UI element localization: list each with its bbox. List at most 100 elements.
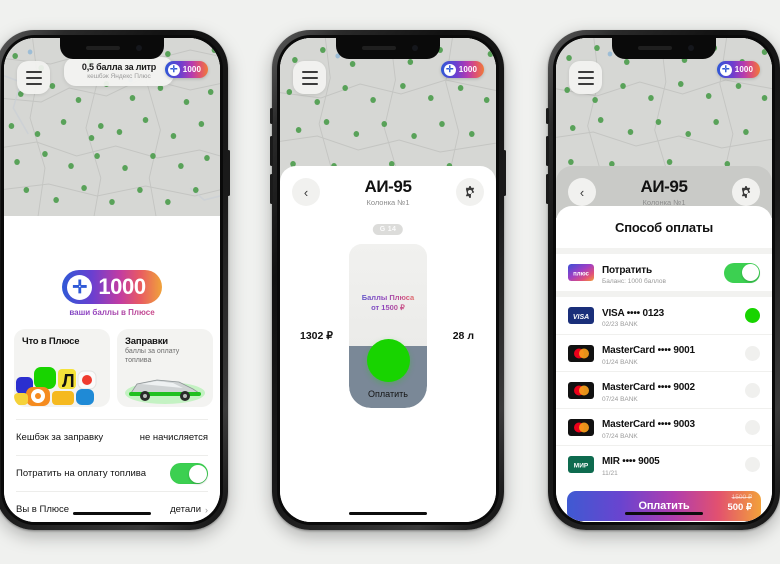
plus-card-icon: плюс (568, 264, 594, 281)
pay-bar-area: Оплатить 1500 ₽ 500 ₽ (556, 482, 772, 522)
back-button[interactable]: ‹ (292, 178, 320, 206)
earpiece-speaker (638, 46, 672, 50)
plus-points-chip[interactable]: ✛ 1000 (164, 61, 208, 78)
volume-down-button (270, 174, 273, 204)
payment-row-text: MIR •••• 9005 11/21 (602, 451, 737, 477)
power-button (503, 150, 506, 196)
home-indicator[interactable] (625, 511, 703, 515)
payment-row-name: MIR •••• 9005 (602, 456, 660, 468)
home-indicator[interactable] (73, 511, 151, 515)
row-fuel-cashback[interactable]: Кешбэк за заправку не начисляется (16, 419, 208, 455)
card-radio[interactable] (745, 419, 760, 435)
mute-switch (546, 108, 549, 124)
mir-icon: МИР (568, 455, 594, 473)
pay-action-area: Оплатить (280, 339, 496, 399)
mastercard-icon (568, 344, 594, 362)
plus-points-chip[interactable]: ✛ 1000 (440, 61, 484, 78)
app-icons-collage-icon: Л (14, 363, 110, 407)
payment-row-text: MasterCard •••• 9001 01/24 BANK (602, 340, 737, 366)
row-value: детали (170, 504, 201, 515)
payment-row-text: VISA •••• 0123 02/23 BANK (602, 303, 737, 329)
promo-tiles-row[interactable]: Что в Плюсе Л Заправки баллы за оплату т… (4, 317, 220, 419)
plus-spend-section: плюс Потратить Баланс: 1000 баллов (556, 254, 772, 291)
earpiece-speaker (362, 46, 396, 50)
hamburger-menu-icon[interactable] (569, 61, 602, 94)
payment-card-row[interactable]: MasterCard •••• 9002 07/24 BANK (556, 371, 772, 408)
volume-down-button (546, 174, 549, 204)
pay-button-prices: 1500 ₽ 500 ₽ (727, 494, 752, 513)
row-label: Вы в Плюсе (16, 504, 70, 515)
phone-bezel: ✛ 1000 ‹ АИ-95 Колонка №1 (277, 35, 499, 525)
fuel-sheet: ‹ АИ-95 Колонка №1 G 14 Баллы Плюса от 1… (280, 166, 496, 522)
settings-button[interactable] (732, 178, 760, 206)
tile-title: Заправки (125, 336, 168, 347)
spend-on-fuel-toggle[interactable] (170, 463, 208, 484)
settings-button[interactable] (456, 178, 484, 206)
plus-points-value: 1000 (458, 65, 477, 74)
row-label: Кешбэк за заправку (16, 432, 104, 443)
payment-row-text: MasterCard •••• 9002 07/24 BANK (602, 377, 737, 403)
volume-up-button (270, 136, 273, 166)
row-you-in-plus[interactable]: Вы в Плюсе детали › (16, 491, 208, 522)
promo-tile-fuel[interactable]: Заправки баллы за оплату топлива (117, 329, 213, 407)
plus-balance-badge[interactable]: ✛ 1000 (62, 270, 162, 304)
chevron-left-icon: ‹ (303, 184, 309, 200)
green-car-icon (117, 363, 213, 407)
home-indicator[interactable] (349, 511, 427, 515)
hamburger-menu-icon[interactable] (17, 61, 50, 94)
cashback-badge[interactable]: 0,5 балла за литр кешбэк Яндекс Плюс (64, 57, 174, 86)
plus-points-hint: Баллы Плюса от 1500 ₽ (349, 293, 427, 313)
payment-card-row[interactable]: МИР MIR •••• 9005 11/21 (556, 445, 772, 482)
map-overlay-controls-1: 0,5 балла за литр кешбэк Яндекс Плюс ✛ 1… (4, 38, 220, 216)
phone-notch (60, 38, 164, 59)
payment-method-sheet: Способ оплаты плюс Потратить Баланс: 100… (556, 206, 772, 522)
pay-button[interactable]: Оплатить 1500 ₽ 500 ₽ (567, 491, 761, 521)
svg-text:плюс: плюс (573, 272, 589, 278)
payment-row-sub: Баланс: 1000 баллов (602, 278, 666, 286)
pay-button-label: Оплатить (368, 389, 408, 399)
plus-logo-icon: ✛ (443, 63, 456, 76)
plus-points-chip[interactable]: ✛ 1000 (716, 61, 760, 78)
payment-row-plus[interactable]: плюс Потратить Баланс: 1000 баллов (556, 254, 772, 291)
payment-card-row[interactable]: VISA VISA •••• 0123 02/23 BANK (556, 297, 772, 334)
cashback-subtitle: кешбэк Яндекс Плюс (87, 73, 151, 80)
payment-row-sub: 01/24 BANK (602, 358, 638, 366)
card-radio[interactable] (745, 345, 760, 361)
phone-frame: ✛ 1000 ‹ АИ-95 Колонка №1 (270, 30, 506, 530)
plus-balance-amount: 1000 (98, 274, 146, 299)
payment-row-sub: 07/24 BANK (602, 395, 638, 403)
payment-card-row[interactable]: MasterCard •••• 9003 07/24 BANK (556, 408, 772, 445)
payment-card-row[interactable]: MasterCard •••• 9001 01/24 BANK (556, 334, 772, 371)
fuel-header: ‹ АИ-95 Колонка №1 (280, 166, 496, 218)
card-radio[interactable] (745, 382, 760, 398)
cashback-title: 0,5 балла за литр (81, 62, 157, 72)
row-spend-on-fuel[interactable]: Потратить на оплату топлива (16, 455, 208, 491)
plus-hint-line1: Баллы Плюса (361, 293, 415, 303)
row-label: Потратить на оплату топлива (16, 468, 147, 479)
promo-tile-what-is-plus[interactable]: Что в Плюсе Л (14, 329, 110, 407)
back-button[interactable]: ‹ (568, 178, 596, 206)
payment-row-sub: 02/23 BANK (602, 321, 638, 329)
front-camera (688, 45, 694, 51)
svg-text:VISA: VISA (573, 314, 589, 321)
plus-logo-icon: ✛ (719, 63, 732, 76)
plus-hint-line2: от 1500 ₽ (371, 303, 405, 313)
gear-icon (465, 186, 475, 198)
payment-row-sub: 07/24 BANK (602, 432, 638, 440)
pay-circle-button[interactable] (366, 339, 410, 382)
phone-mockup-2: ✛ 1000 ‹ АИ-95 Колонка №1 G 14 Баллы Плю… (270, 30, 506, 530)
payment-row-text: Потратить Баланс: 1000 баллов (602, 260, 716, 286)
svg-text:МИР: МИР (574, 462, 589, 469)
card-radio[interactable] (745, 456, 760, 472)
new-price: 500 ₽ (727, 501, 752, 513)
fuel-gauge: G 14 Баллы Плюса от 1500 ₽ 1302 ₽ 28 л О… (280, 218, 496, 433)
phone-frame: 0,5 балла за литр кешбэк Яндекс Плюс ✛ 1… (0, 30, 230, 530)
plus-spend-toggle[interactable] (724, 262, 760, 283)
card-radio-selected[interactable] (745, 308, 760, 323)
plus-logo-icon-large: ✛ (67, 274, 93, 300)
nozzle-badge: G 14 (372, 224, 404, 235)
screenshot-canvas: 0,5 балла за литр кешбэк Яндекс Плюс ✛ 1… (0, 0, 780, 564)
hamburger-menu-icon[interactable] (293, 61, 326, 94)
plus-points-value: 1000 (182, 65, 201, 74)
phone-frame: ✛ 1000 ‹ АИ-95 Колонка №1 (546, 30, 780, 530)
